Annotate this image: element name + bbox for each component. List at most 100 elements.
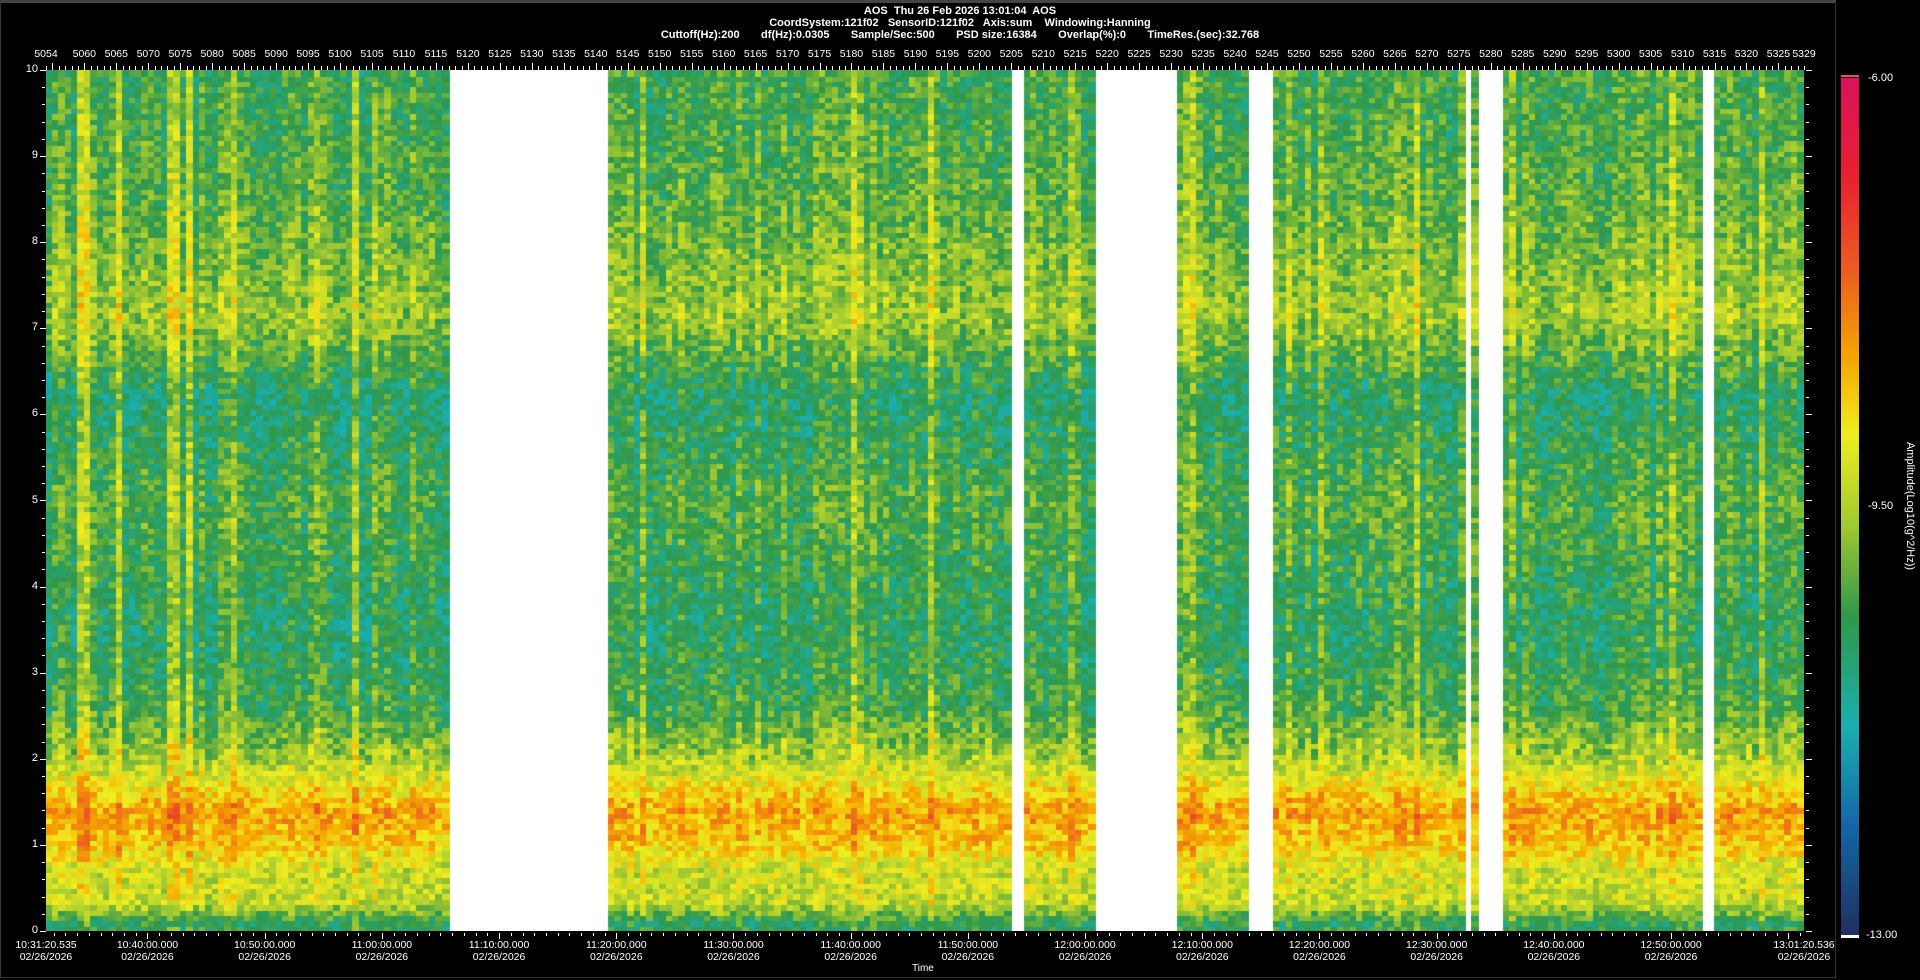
top-axis-tick — [442, 66, 443, 70]
x-axis-tick — [1472, 933, 1473, 936]
top-axis-tick — [532, 63, 533, 70]
top-axis-tick — [775, 66, 776, 70]
chart-title: AOS Thu 26 Feb 2026 13:01:04 AOS — [863, 5, 1057, 17]
x-axis-tick — [956, 933, 957, 936]
top-axis-tick — [129, 66, 130, 70]
top-axis-label: 5125 — [488, 48, 512, 60]
x-axis-tick — [651, 933, 652, 936]
top-axis-tick — [314, 66, 315, 70]
top-axis-tick — [1791, 66, 1792, 70]
y-axis-tick-right — [1806, 225, 1809, 226]
x-axis-tick — [1331, 933, 1332, 936]
x-axis-tick — [1589, 933, 1590, 936]
top-axis-tick — [851, 63, 852, 70]
top-axis-tick — [1433, 66, 1434, 70]
top-axis-tick — [1139, 63, 1140, 70]
y-axis-tick-right — [1806, 569, 1809, 570]
top-axis-tick — [148, 63, 149, 70]
x-axis-tick — [745, 933, 746, 936]
top-axis-tick — [1715, 63, 1716, 70]
x-axis-tick — [405, 933, 406, 936]
y-axis-tick — [42, 466, 45, 467]
top-axis-tick — [1619, 63, 1620, 70]
top-axis-tick — [839, 66, 840, 70]
x-axis-tick — [1073, 933, 1074, 936]
x-tick-date: 02/26/2026 — [19, 951, 73, 963]
y-axis-tick-right — [1806, 208, 1809, 209]
x-axis-tick — [394, 933, 395, 936]
top-axis-tick — [1209, 66, 1210, 70]
x-axis-tick — [581, 933, 582, 936]
y-tick-label: 6 — [31, 407, 38, 420]
top-axis-tick — [378, 66, 379, 70]
x-axis-tick — [1730, 933, 1731, 936]
top-axis-label: 5110 — [392, 48, 416, 60]
x-axis-tick — [1413, 933, 1414, 936]
top-axis-tick — [698, 66, 699, 70]
y-axis-tick-right — [1806, 311, 1809, 312]
top-axis-tick — [730, 66, 731, 70]
x-axis-tick — [1343, 933, 1344, 936]
top-axis-tick — [1657, 66, 1658, 70]
top-axis-tick — [992, 66, 993, 70]
top-axis-tick — [1504, 66, 1505, 70]
y-axis-tick-right — [1806, 139, 1809, 140]
x-axis-tick — [1741, 933, 1742, 936]
y-axis-tick — [42, 432, 45, 433]
x-axis-tick — [1530, 933, 1531, 936]
top-axis-tick — [1804, 66, 1805, 70]
top-axis-tick — [545, 66, 546, 70]
y-axis-tick-right — [1806, 87, 1809, 88]
x-axis-tick — [1249, 933, 1250, 936]
top-axis-tick — [1037, 66, 1038, 70]
x-tick-date: 02/26/2026 — [941, 951, 995, 963]
top-axis-tick — [525, 66, 526, 70]
x-axis-tick — [1718, 933, 1719, 936]
spectrogram-plot[interactable] — [46, 70, 1804, 931]
y-axis-tick-right — [1806, 242, 1812, 243]
top-axis-label: 5140 — [584, 48, 608, 60]
top-axis-tick — [1363, 63, 1364, 70]
top-axis-tick — [609, 66, 610, 70]
x-axis-tick — [1038, 933, 1039, 936]
top-axis-tick — [1536, 66, 1537, 70]
top-axis-tick — [1420, 66, 1421, 70]
x-tick-time: 10:50:00.000 — [234, 939, 296, 951]
top-axis-tick — [180, 63, 181, 70]
top-axis-label: 5315 — [1702, 48, 1727, 60]
x-axis-tick — [89, 933, 90, 936]
top-axis-tick — [1280, 66, 1281, 70]
y-axis-tick-right — [1806, 122, 1809, 123]
top-axis-tick — [474, 66, 475, 70]
top-axis-tick — [1190, 66, 1191, 70]
top-axis-tick — [1152, 66, 1153, 70]
top-axis-tick — [1631, 66, 1632, 70]
top-axis-tick — [1030, 66, 1031, 70]
x-axis-tick — [1800, 933, 1801, 936]
x-axis-tick — [1097, 933, 1098, 936]
top-axis-tick — [1408, 66, 1409, 70]
top-axis-tick — [947, 63, 948, 70]
y-axis-tick-right — [1806, 70, 1812, 71]
x-axis-tick — [1284, 933, 1285, 936]
top-axis-label: 5265 — [1383, 48, 1407, 60]
top-axis-label: 5240 — [1223, 48, 1247, 60]
y-axis-tick — [42, 742, 45, 743]
x-axis-tick — [1777, 933, 1778, 936]
top-axis-label: 5295 — [1574, 48, 1599, 60]
x-axis-tick — [628, 933, 629, 936]
top-axis-tick — [1491, 63, 1492, 70]
top-axis-tick — [263, 66, 264, 70]
top-axis-label: 5245 — [1255, 48, 1279, 60]
top-axis-tick — [577, 66, 578, 70]
top-axis-tick — [1529, 66, 1530, 70]
x-axis-tick — [921, 933, 922, 936]
y-tick-label: 1 — [31, 837, 38, 850]
top-axis-label: 5080 — [200, 48, 224, 60]
top-axis-tick — [736, 66, 737, 70]
top-axis-tick — [717, 66, 718, 70]
top-axis-label: 5310 — [1670, 48, 1695, 60]
top-axis-tick — [813, 66, 814, 70]
y-axis-tick-right — [1806, 535, 1809, 536]
spectrogram-heatmap — [46, 70, 1804, 931]
